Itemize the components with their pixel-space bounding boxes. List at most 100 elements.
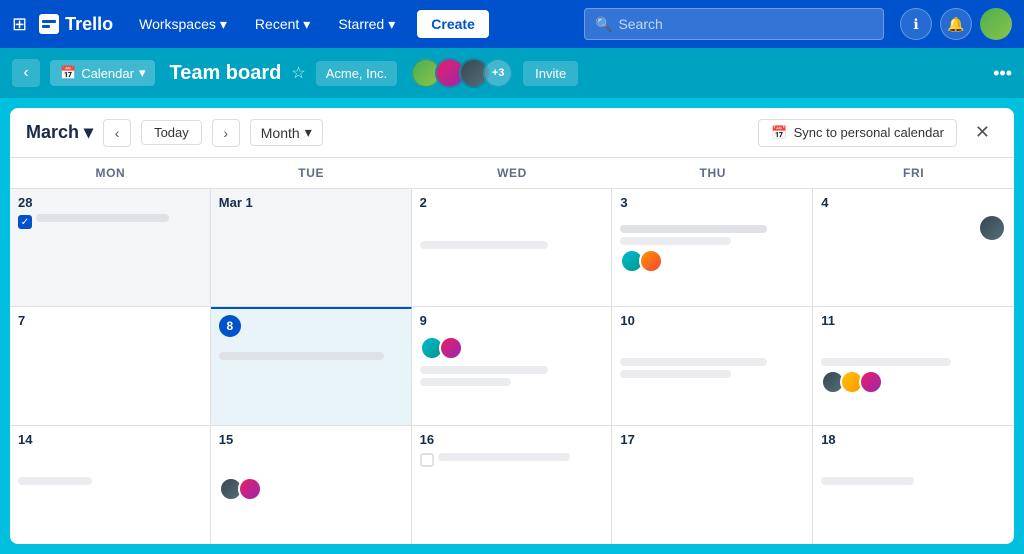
- trello-name: Trello: [65, 14, 113, 35]
- day-header-tue: Tue: [211, 158, 412, 188]
- day-number: 15: [219, 432, 403, 447]
- calendar-header: Mon Tue Wed Thu Fri: [10, 158, 1014, 189]
- calendar-view-button[interactable]: 📅 Calendar ▾: [50, 60, 155, 86]
- calendar-icon: 📅: [60, 65, 76, 81]
- event-text-line: [420, 241, 549, 249]
- today-button[interactable]: Today: [141, 120, 202, 145]
- view-selector[interactable]: Month ▾: [250, 119, 323, 146]
- cell-mon-14[interactable]: 14: [10, 426, 211, 544]
- workspace-button[interactable]: Acme, Inc.: [316, 61, 397, 86]
- cell-thu-17[interactable]: 17: [612, 426, 813, 544]
- event-text-line: [620, 370, 730, 378]
- prev-month-button[interactable]: ‹: [103, 119, 131, 147]
- top-navigation: ⊞ Trello Workspaces ▾ Recent ▾ Starred ▾…: [0, 0, 1024, 48]
- day-number: 9: [420, 313, 604, 328]
- sync-calendar-button[interactable]: 📅 Sync to personal calendar: [758, 119, 957, 147]
- day-header-mon: Mon: [10, 158, 211, 188]
- day-header-wed: Wed: [412, 158, 613, 188]
- cell-avatars: [420, 336, 604, 360]
- event-text-line: [620, 237, 730, 245]
- cell-thu-3[interactable]: 3: [612, 189, 813, 306]
- member-avatars: +3: [411, 58, 513, 88]
- cell-mon-28[interactable]: 28 ✓: [10, 189, 211, 306]
- notifications-button[interactable]: 🔔: [940, 8, 972, 40]
- event-text-line: [420, 378, 512, 386]
- board-navigation: ‹ 📅 Calendar ▾ Team board ☆ Acme, Inc. +…: [0, 48, 1024, 98]
- calendar-row-3: 14 15 16: [10, 426, 1014, 544]
- cell-wed-2[interactable]: 2: [412, 189, 613, 306]
- event-text-line: [420, 366, 549, 374]
- info-button[interactable]: ℹ: [900, 8, 932, 40]
- cell-fri-18[interactable]: 18: [813, 426, 1014, 544]
- grid-icon[interactable]: ⊞: [12, 14, 27, 35]
- event-chip-purple: [331, 341, 371, 349]
- invite-button[interactable]: Invite: [523, 61, 578, 86]
- checkbox-empty: [420, 453, 434, 467]
- event-chip-blue: [277, 341, 328, 349]
- checkbox-icon: ✓: [18, 215, 32, 229]
- create-button[interactable]: Create: [417, 10, 489, 38]
- event-text-line: [620, 358, 767, 366]
- day-number: 18: [821, 432, 1006, 447]
- cell-wed-16[interactable]: 16: [412, 426, 613, 544]
- search-bar[interactable]: 🔍: [584, 8, 884, 40]
- close-calendar-button[interactable]: ✕: [967, 118, 998, 147]
- extra-members-count[interactable]: +3: [483, 58, 513, 88]
- recent-menu[interactable]: Recent ▾: [245, 10, 320, 39]
- search-icon: 🔍: [595, 16, 612, 33]
- cell-wed-9[interactable]: 9: [412, 307, 613, 424]
- cell-mon-7[interactable]: 7: [10, 307, 211, 424]
- more-options-button[interactable]: •••: [993, 63, 1012, 84]
- user-avatar[interactable]: [980, 8, 1012, 40]
- search-input[interactable]: [618, 16, 873, 32]
- calendar-row-1: 28 ✓ Mar 1 2: [10, 189, 1014, 307]
- cell-avatar: [439, 336, 463, 360]
- event-chip-green: [505, 230, 569, 238]
- event-chip-orange: [688, 214, 743, 222]
- workspaces-menu[interactable]: Workspaces ▾: [129, 10, 237, 39]
- day-number: 4: [821, 195, 1006, 210]
- cell-avatars: [821, 370, 1006, 394]
- event-text-line: [821, 477, 913, 485]
- next-month-button[interactable]: ›: [212, 119, 240, 147]
- day-number: 11: [821, 313, 1006, 328]
- trello-logo[interactable]: Trello: [39, 14, 113, 35]
- event-text-line: [219, 352, 384, 360]
- day-header-fri: Fri: [813, 158, 1014, 188]
- cell-fri-4[interactable]: 4: [813, 189, 1014, 306]
- cell-tue-15[interactable]: 15: [211, 426, 412, 544]
- cell-avatars: [620, 249, 804, 273]
- cell-avatar: [238, 477, 262, 501]
- event-chip-yellow: [620, 214, 684, 222]
- starred-menu[interactable]: Starred ▾: [328, 10, 405, 39]
- day-number: 16: [420, 432, 604, 447]
- event-chip-cyan: [420, 230, 503, 238]
- day-number: 17: [620, 432, 804, 447]
- cell-thu-10[interactable]: 10: [612, 307, 813, 424]
- cell-tue-8[interactable]: 8: [211, 307, 412, 424]
- calendar-area: March ▾ ‹ Today › Month ▾ 📅 Sync to pers…: [10, 108, 1014, 544]
- day-number: Mar 1: [219, 195, 403, 210]
- calendar-row-2: 7 8 9: [10, 307, 1014, 425]
- board-title: Team board: [169, 62, 281, 85]
- event-text-line: [36, 214, 169, 222]
- star-button[interactable]: ☆: [291, 63, 305, 83]
- cell-avatar: [978, 214, 1006, 242]
- month-title[interactable]: March ▾: [26, 122, 93, 143]
- cell-avatar: [639, 249, 663, 273]
- event-chip-cyan: [219, 341, 274, 349]
- day-number: 8: [219, 315, 241, 337]
- event-text-line: [438, 453, 571, 461]
- day-number: 10: [620, 313, 804, 328]
- event-text-line: [620, 225, 767, 233]
- sync-icon: 📅: [771, 125, 787, 141]
- cell-tue-mar1[interactable]: Mar 1: [211, 189, 412, 306]
- day-number: 2: [420, 195, 604, 210]
- day-header-thu: Thu: [612, 158, 813, 188]
- calendar-body: 28 ✓ Mar 1 2: [10, 189, 1014, 544]
- cell-fri-11[interactable]: 11: [813, 307, 1014, 424]
- day-number: 7: [18, 313, 202, 328]
- collapse-sidebar-button[interactable]: ‹: [12, 59, 40, 87]
- day-number: 28: [18, 195, 202, 210]
- day-number: 3: [620, 195, 804, 210]
